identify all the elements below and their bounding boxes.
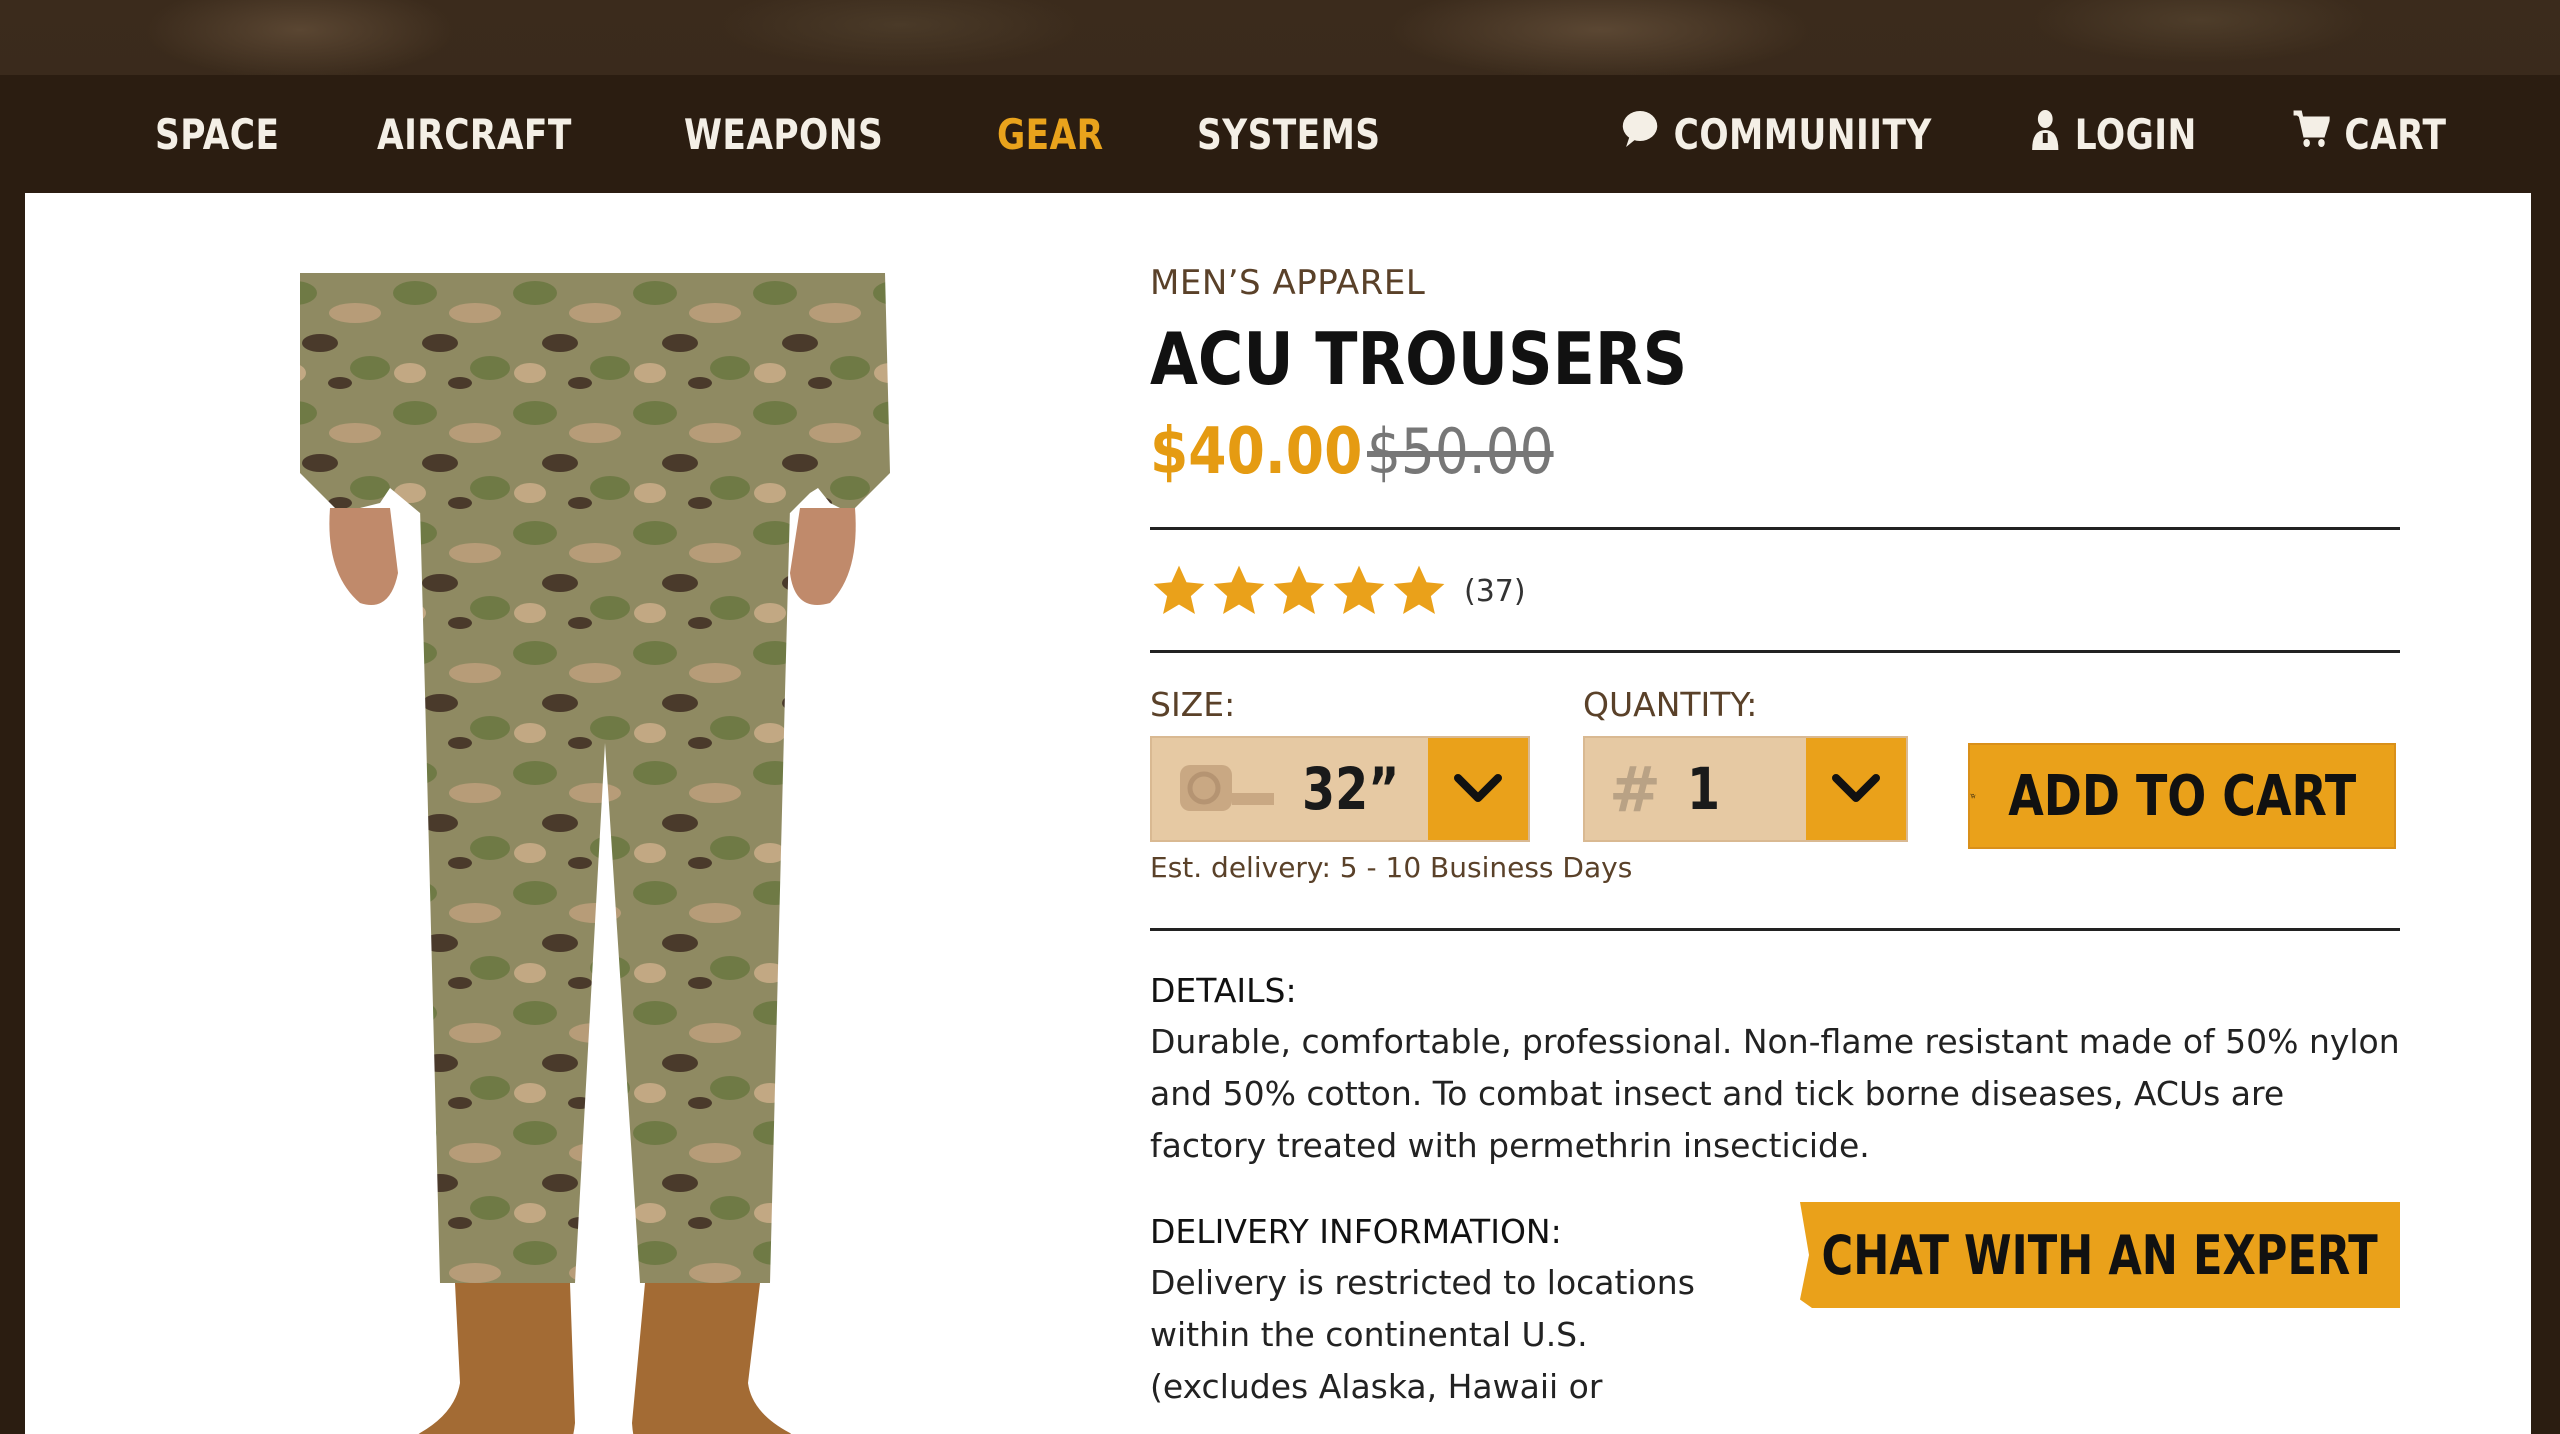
star-icon — [1273, 565, 1325, 614]
chevron-down-icon — [1454, 774, 1502, 802]
page-border-right — [2531, 75, 2560, 1434]
product-image — [270, 273, 915, 1434]
product-title: ACU TROUSERS — [1150, 317, 1688, 401]
nav-cart-link[interactable]: CART — [2292, 109, 2447, 159]
page-frame: SPACE AIRCRAFT WEAPONS GEAR SYSTEMS COMM… — [25, 75, 2531, 1434]
star-icon — [1213, 565, 1265, 614]
main-nav: SPACE AIRCRAFT WEAPONS GEAR SYSTEMS COMM… — [25, 75, 2531, 193]
nav-cart-label: CART — [2344, 109, 2447, 159]
chat-with-expert-button[interactable]: CHAT WITH AN EXPERT — [1800, 1202, 2400, 1308]
divider — [1150, 650, 2400, 653]
size-label: SIZE: — [1150, 685, 1236, 724]
quantity-selector: QUANTITY: # 1 — [1583, 685, 1908, 842]
nav-item-weapons[interactable]: WEAPONS — [684, 110, 883, 159]
quantity-value-box[interactable]: # 1 — [1585, 738, 1806, 840]
nav-item-gear[interactable]: GEAR — [997, 110, 1104, 159]
page-border-left — [0, 75, 25, 1434]
size-value-box[interactable]: 32” — [1152, 738, 1428, 840]
rating-row[interactable]: (37) — [1150, 562, 2400, 620]
nav-item-aircraft[interactable]: AIRCRAFT — [377, 110, 572, 159]
nav-categories: SPACE AIRCRAFT WEAPONS GEAR SYSTEMS — [155, 110, 1491, 159]
delivery-info: DELIVERY INFORMATION: Delivery is restri… — [1150, 1202, 2400, 1413]
delivery-estimate: Est. delivery: 5 - 10 Business Days — [1150, 851, 1633, 884]
quantity-label: QUANTITY: — [1583, 685, 1758, 724]
add-to-cart-label: ADD TO CART — [2007, 763, 2356, 829]
nav-item-systems[interactable]: SYSTEMS — [1197, 110, 1381, 159]
divider — [1150, 527, 2400, 530]
add-to-cart-button[interactable]: ADD TO CART — [1968, 743, 2396, 849]
original-price: $50.00 — [1366, 415, 1554, 488]
quantity-select[interactable]: # 1 — [1583, 736, 1908, 842]
nav-community-link[interactable]: COMMUNIITY — [1621, 109, 1932, 159]
add-to-cart-icon — [1970, 793, 1976, 799]
nav-item-space[interactable]: SPACE — [155, 110, 279, 159]
speech-bubble-icon — [1621, 109, 1659, 159]
delivery-text: Delivery is restricted to locations with… — [1150, 1263, 1695, 1406]
cart-icon — [2292, 109, 2332, 159]
star-icon — [1393, 565, 1445, 614]
hash-icon: # — [1609, 752, 1661, 826]
size-value: 32” — [1302, 755, 1400, 823]
review-count[interactable]: (37) — [1464, 574, 1526, 609]
nav-account: COMMUNIITY LOGIN CART — [1491, 108, 2447, 160]
chevron-down-icon — [1832, 774, 1880, 802]
size-dropdown-button[interactable] — [1428, 738, 1528, 840]
price-row: $40.00 $50.00 — [1150, 415, 2400, 489]
nav-login-link[interactable]: LOGIN — [2030, 108, 2196, 160]
product-content: MEN’S APPAREL ACU TROUSERS $40.00 $50.00… — [25, 193, 2531, 1434]
size-selector: SIZE: 32” — [1150, 685, 1530, 842]
star-icon — [1333, 565, 1385, 614]
nav-login-label: LOGIN — [2074, 109, 2197, 159]
product-info: MEN’S APPAREL ACU TROUSERS $40.00 $50.00… — [1150, 263, 2400, 1413]
purchase-options: SIZE: 32” QUANTITY: # 1 ADD TO CART — [1150, 685, 2400, 849]
details-heading: DETAILS: — [1150, 971, 1297, 1010]
size-select[interactable]: 32” — [1150, 736, 1530, 842]
tape-measure-icon — [1176, 757, 1276, 822]
quantity-dropdown-button[interactable] — [1806, 738, 1906, 840]
user-icon — [2030, 108, 2060, 160]
divider — [1150, 928, 2400, 931]
details-text: Durable, comfortable, professional. Non-… — [1150, 1022, 2400, 1165]
product-category: MEN’S APPAREL — [1150, 263, 1426, 303]
nav-community-label: COMMUNIITY — [1673, 109, 1932, 159]
sale-price: $40.00 — [1150, 415, 1363, 489]
star-icon — [1153, 565, 1205, 614]
star-rating — [1150, 562, 1450, 620]
quantity-value: 1 — [1686, 755, 1721, 823]
chat-with-expert-label: CHAT WITH AN EXPERT — [1821, 1223, 2379, 1287]
